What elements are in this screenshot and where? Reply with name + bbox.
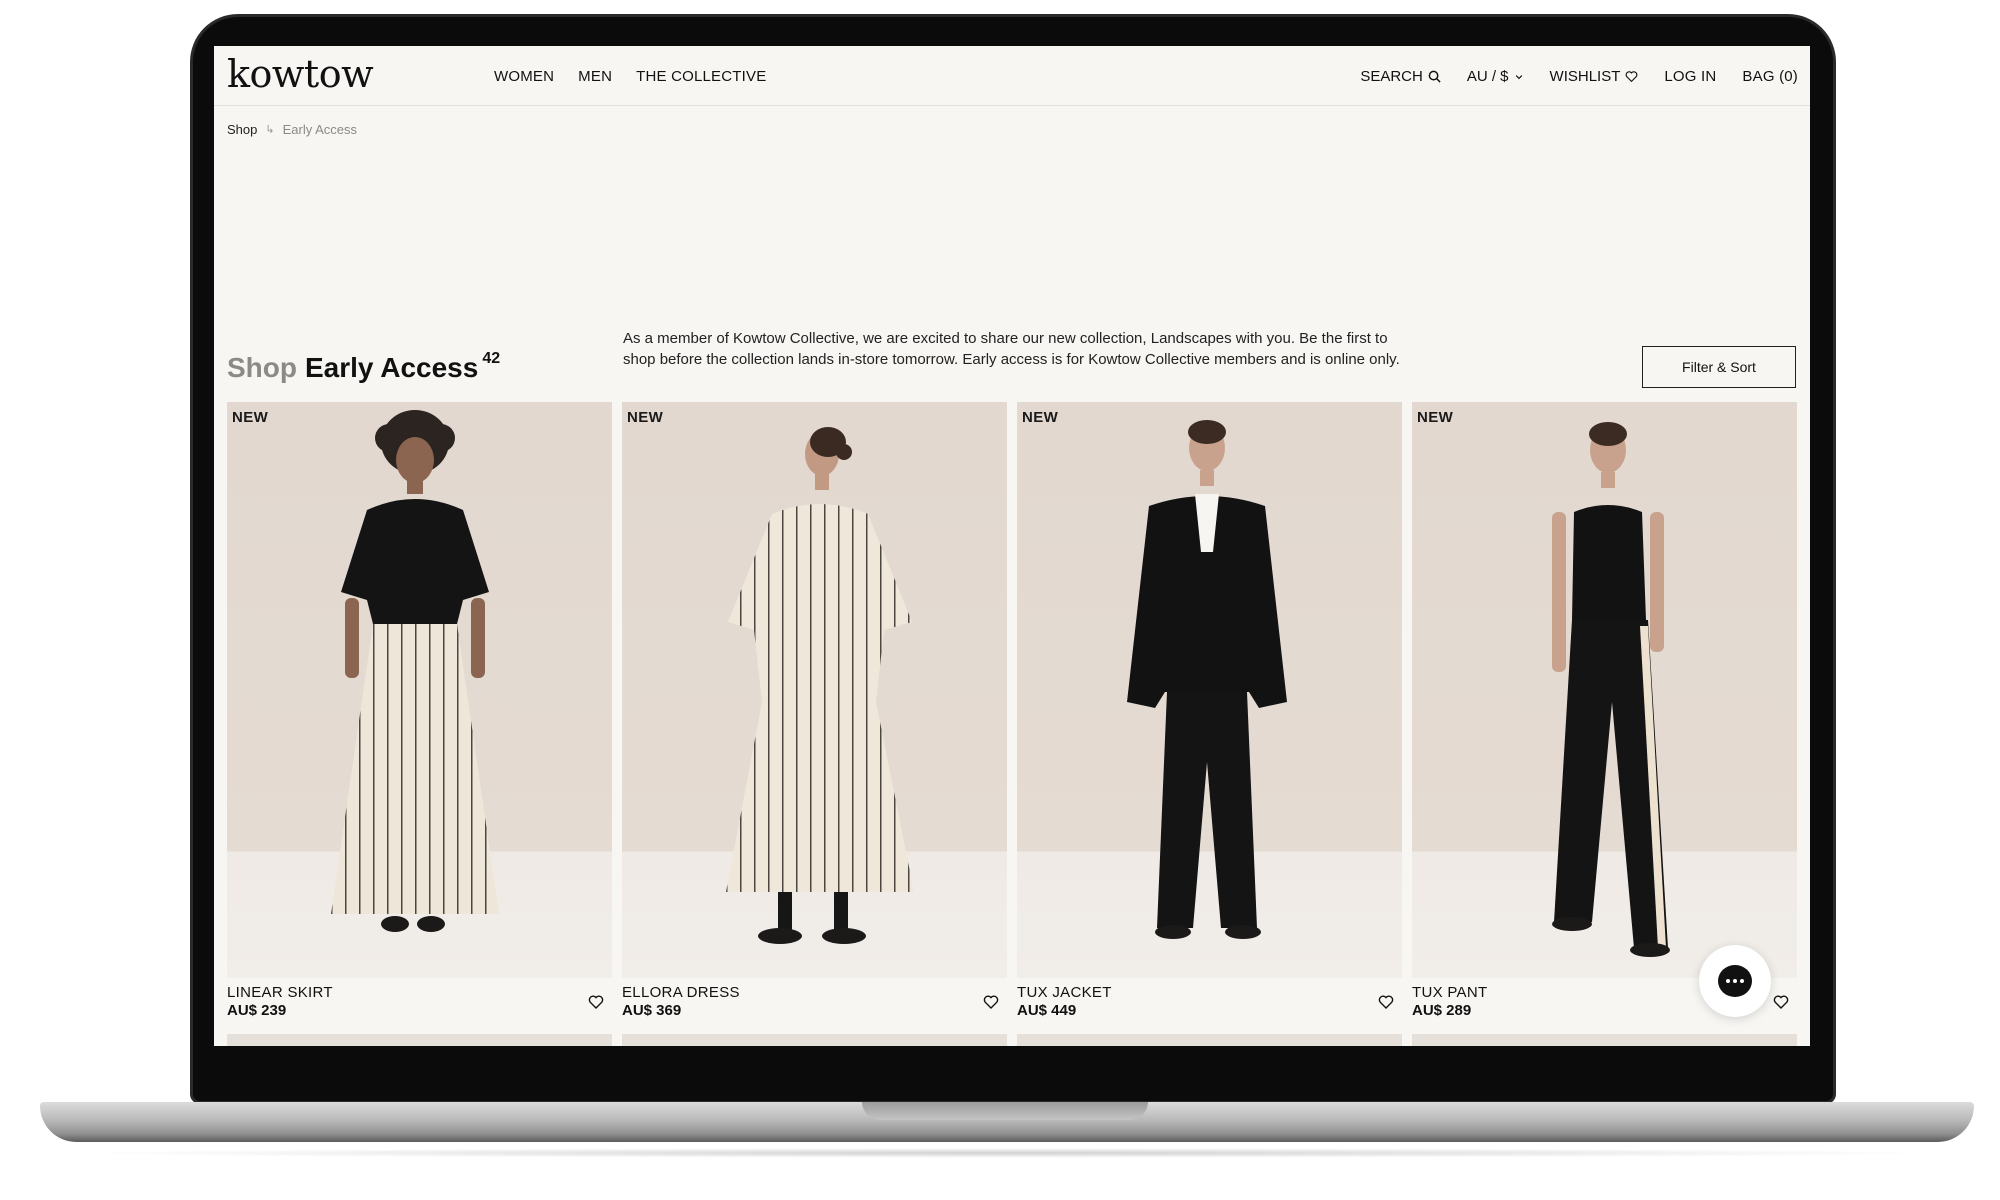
browser-screen: kowtow WOMEN MEN THE COLLECTIVE SEARCH A…: [214, 46, 1810, 1046]
heart-icon[interactable]: [1378, 994, 1394, 1010]
chat-icon: [1718, 965, 1752, 997]
product-price: AU$ 239: [227, 1002, 287, 1019]
intro-text: As a member of Kowtow Collective, we are…: [623, 330, 1400, 368]
page-title-prefix: Shop: [227, 352, 297, 383]
breadcrumb-separator-icon: ↳: [265, 124, 275, 136]
main-nav: WOMEN MEN THE COLLECTIVE: [494, 68, 766, 85]
product-price: AU$ 369: [622, 1002, 682, 1019]
nav-women[interactable]: WOMEN: [494, 68, 554, 85]
product-photo-tux-jacket: [1017, 402, 1402, 978]
product-image[interactable]: NEW: [622, 402, 1007, 978]
breadcrumb: Shop ↳ Early Access: [227, 122, 357, 137]
laptop-notch: [862, 1102, 1148, 1120]
bag-link[interactable]: BAG (0): [1742, 68, 1798, 85]
search-icon: [1428, 70, 1441, 83]
product-image[interactable]: NEW: [227, 402, 612, 978]
product-card[interactable]: NEW LINEAR SKIRT AU$ 239: [227, 402, 612, 1026]
product-meta: TUX JACKET AU$ 449: [1017, 984, 1402, 1026]
page-title-main: Early Access: [305, 352, 479, 383]
wishlist-link[interactable]: WISHLIST: [1550, 68, 1639, 85]
site-logo[interactable]: kowtow: [227, 52, 374, 96]
product-photo-linear-skirt: [227, 402, 612, 978]
product-card-partial: [1017, 1034, 1402, 1046]
currency-label: AU / $: [1466, 68, 1509, 85]
new-badge: NEW: [1417, 409, 1454, 426]
breadcrumb-shop[interactable]: Shop: [227, 122, 257, 137]
product-card[interactable]: NEW ELLORA DRESS AU$ 369: [622, 402, 1007, 1026]
heart-icon[interactable]: [1773, 994, 1789, 1010]
product-name[interactable]: TUX JACKET: [1017, 984, 1402, 1001]
product-count: 42: [482, 350, 501, 367]
product-meta: ELLORA DRESS AU$ 369: [622, 984, 1007, 1026]
page-title: Shop Early Access 42: [227, 350, 501, 384]
product-card-partial: [622, 1034, 1007, 1046]
chat-button[interactable]: [1699, 945, 1771, 1017]
nav-the-collective[interactable]: THE COLLECTIVE: [636, 68, 766, 85]
nav-men[interactable]: MEN: [578, 68, 612, 85]
heart-icon[interactable]: [588, 994, 604, 1010]
product-image[interactable]: NEW: [1017, 402, 1402, 978]
product-card[interactable]: NEW TUX JACKET AU$ 449: [1017, 402, 1402, 1026]
wishlist-label: WISHLIST: [1549, 68, 1621, 85]
product-card-partial: [1412, 1034, 1797, 1046]
product-photo-tux-pant: [1412, 402, 1797, 978]
chevron-down-icon: [1515, 74, 1522, 79]
heart-icon[interactable]: [983, 994, 999, 1010]
product-name[interactable]: LINEAR SKIRT: [227, 984, 612, 1001]
product-photo-ellora-dress: [622, 402, 1007, 978]
product-grid: NEW LINEAR SKIRT AU$ 239 NEW ELLORA DRES…: [227, 402, 1797, 1026]
product-card[interactable]: NEW TUX PANT AU$ 289: [1412, 402, 1797, 1026]
filter-sort-button[interactable]: Filter & Sort: [1642, 346, 1796, 388]
site-header: kowtow WOMEN MEN THE COLLECTIVE SEARCH A…: [214, 46, 1810, 106]
new-badge: NEW: [232, 409, 269, 426]
product-grid-next-row: [227, 1034, 1797, 1046]
currency-selector[interactable]: AU / $: [1467, 68, 1524, 85]
heart-icon: [1626, 71, 1638, 83]
search-link[interactable]: SEARCH: [1360, 68, 1441, 85]
product-image[interactable]: NEW: [1412, 402, 1797, 978]
utility-nav: SEARCH AU / $ WISHLIST LOG IN BAG (0): [1360, 68, 1798, 85]
product-card-partial: [227, 1034, 612, 1046]
product-meta: LINEAR SKIRT AU$ 239: [227, 984, 612, 1026]
product-price: AU$ 449: [1017, 1002, 1077, 1019]
laptop-shadow: [60, 1148, 1954, 1158]
search-label: SEARCH: [1360, 68, 1423, 85]
new-badge: NEW: [627, 409, 664, 426]
login-link[interactable]: LOG IN: [1664, 68, 1716, 85]
product-name[interactable]: ELLORA DRESS: [622, 984, 1007, 1001]
breadcrumb-current: Early Access: [282, 122, 358, 137]
new-badge: NEW: [1022, 409, 1059, 426]
